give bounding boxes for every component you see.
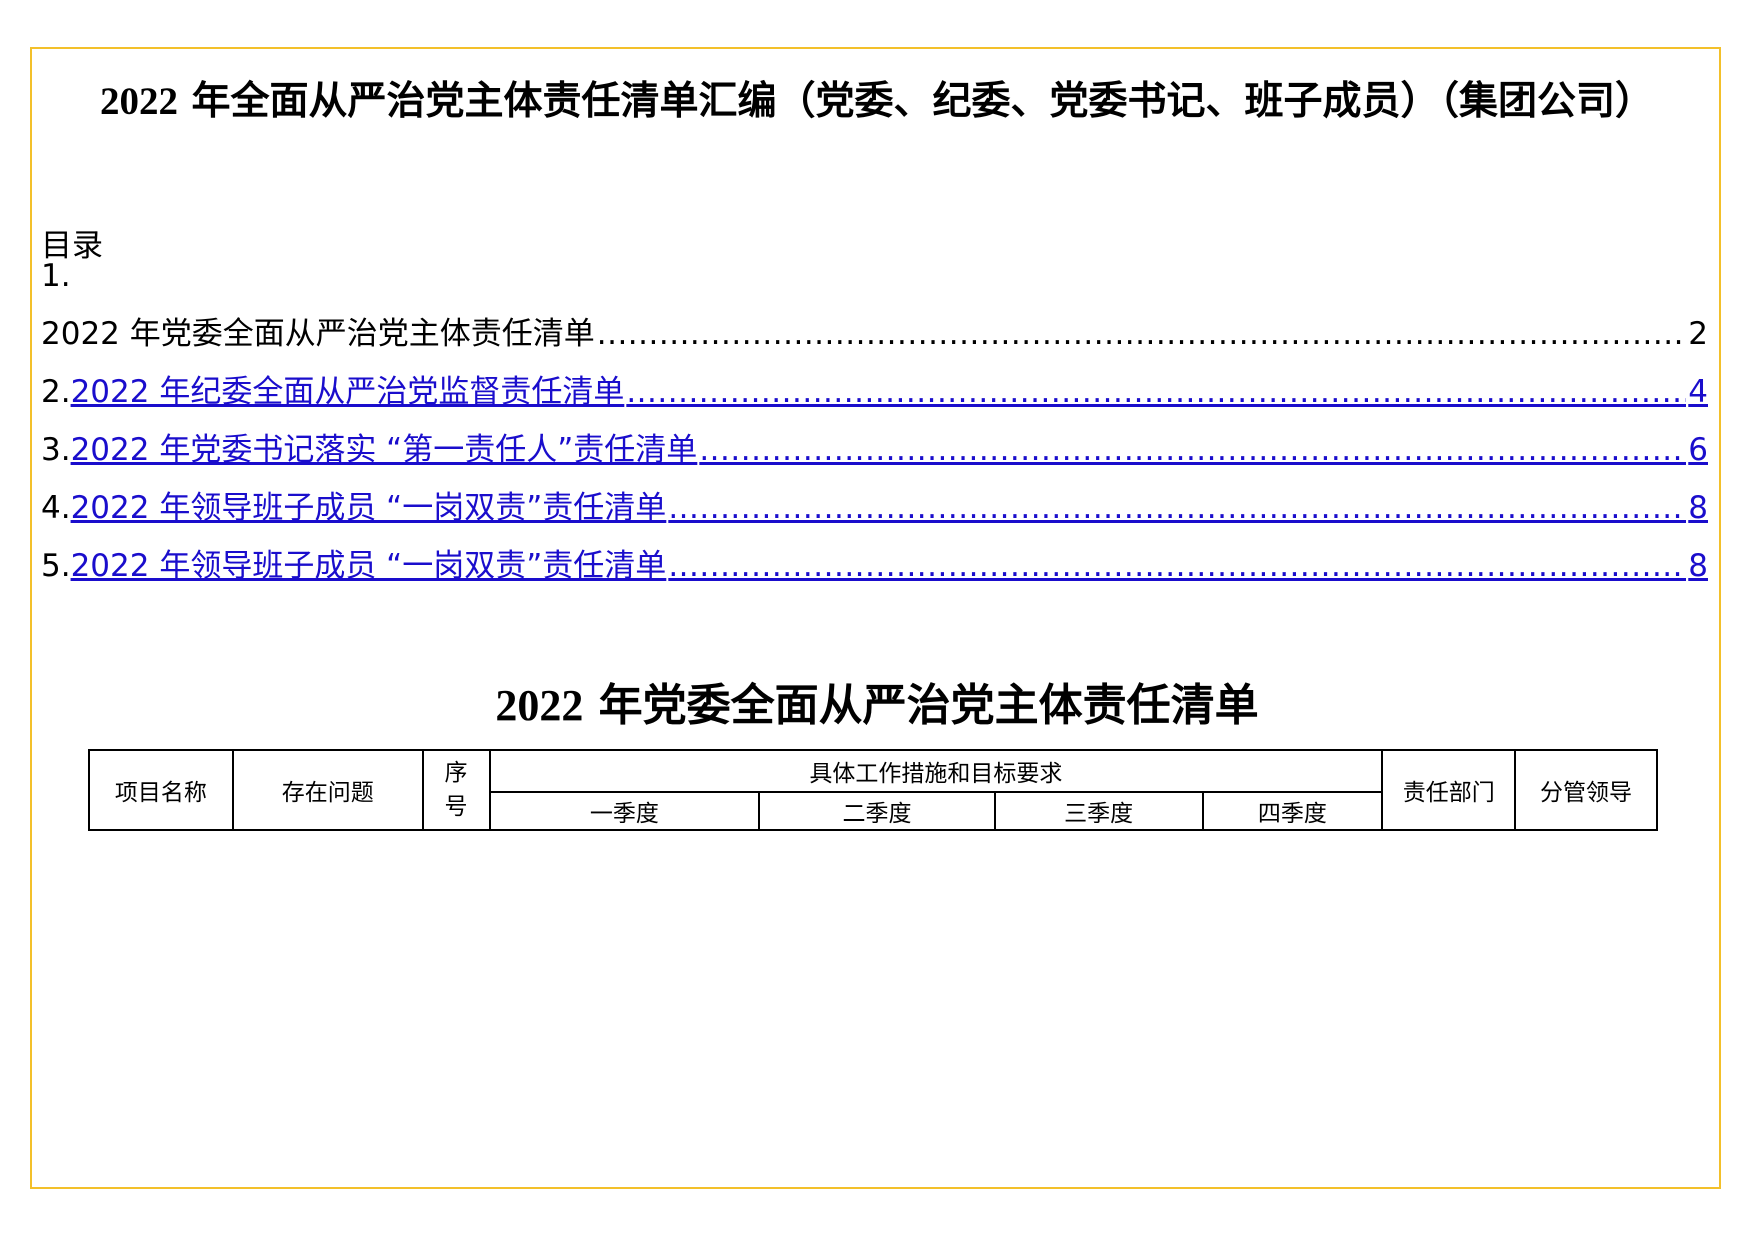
toc-item-number: 5. xyxy=(41,548,71,584)
toc-item-text: 2022 年纪委全面从严治党监督责任清单 xyxy=(70,374,625,410)
section-title-year: 2022 xyxy=(495,681,584,730)
toc-item-page: 4 xyxy=(1688,374,1708,410)
toc-item-page: 6 xyxy=(1688,432,1708,468)
toc-item-5: 5. 2022 年领导班子成员 “一岗双责”责任清单 8 xyxy=(41,544,1708,588)
toc-item-text: 2022 年党委全面从严治党主体责任清单 xyxy=(41,316,595,352)
toc-item-number: 1. xyxy=(41,258,71,294)
toc-item-4: 4. 2022 年领导班子成员 “一岗双责”责任清单 8 xyxy=(41,486,1708,530)
toc-leader-dots xyxy=(668,544,1686,588)
document-title: 2022 年全面从严治党主体责任清单汇编（党委、纪委、党委书记、班子成员）（集团… xyxy=(60,70,1694,134)
toc-item-link[interactable]: 2022 年纪委全面从严治党监督责任清单 4 xyxy=(71,370,1708,414)
toc-item-2: 2. 2022 年纪委全面从严治党监督责任清单 4 xyxy=(41,370,1708,414)
toc-item-1[interactable]: 2022 年党委全面从严治党主体责任清单 2 xyxy=(41,312,1708,356)
toc-item-number: 3. xyxy=(41,432,71,468)
page-frame xyxy=(30,47,1721,1189)
responsibility-table: 项目名称 存在问题 序号 具体工作措施和目标要求 责任部门 分管领导 一季度 二… xyxy=(88,749,1658,831)
toc-item-1-number-line: 1. xyxy=(41,254,1708,298)
header-dept: 责任部门 xyxy=(1381,749,1517,831)
toc-item-entry[interactable]: 2022 年党委全面从严治党主体责任清单 2 xyxy=(41,312,1708,356)
toc-item-text: 2022 年党委书记落实 “第一责任人”责任清单 xyxy=(70,432,698,468)
toc-item-number: 4. xyxy=(41,490,71,526)
header-quarter-3: 三季度 xyxy=(993,791,1204,831)
toc-item-text: 2022 年领导班子成员 “一岗双责”责任清单 xyxy=(70,548,667,584)
toc-leader-dots xyxy=(597,312,1687,356)
document-title-text: 年全面从严治党主体责任清单汇编（党委、纪委、党委书记、班子成员）（集团公司） xyxy=(177,79,1655,124)
header-quarter-2: 二季度 xyxy=(758,791,996,831)
header-quarter-4: 四季度 xyxy=(1201,791,1384,831)
toc-leader-dots xyxy=(626,370,1686,414)
toc-item-link[interactable]: 2022 年党委书记落实 “第一责任人”责任清单 6 xyxy=(71,428,1708,472)
header-problem: 存在问题 xyxy=(231,749,424,831)
toc-item-text: 2022 年领导班子成员 “一岗双责”责任清单 xyxy=(70,490,667,526)
toc-leader-dots xyxy=(699,428,1686,472)
toc-item-page: 8 xyxy=(1688,548,1708,584)
toc-item-number: 2. xyxy=(41,374,71,410)
toc-leader-dots xyxy=(668,486,1686,530)
header-quarter-1: 一季度 xyxy=(488,791,761,831)
section-title-text: 年党委全面从严治党主体责任清单 xyxy=(583,680,1259,731)
section-title: 2022 年党委全面从严治党主体责任清单 xyxy=(60,675,1694,737)
toc-item-page: 8 xyxy=(1688,490,1708,526)
header-seq: 序号 xyxy=(421,749,491,831)
header-leader: 分管领导 xyxy=(1514,749,1658,831)
header-measures: 具体工作措施和目标要求 xyxy=(488,749,1384,793)
toc-item-link[interactable]: 2022 年领导班子成员 “一岗双责”责任清单 8 xyxy=(71,486,1708,530)
table-header-row: 项目名称 存在问题 序号 具体工作措施和目标要求 责任部门 分管领导 xyxy=(88,749,1658,831)
header-project-name: 项目名称 xyxy=(88,749,234,831)
toc-item-3: 3. 2022 年党委书记落实 “第一责任人”责任清单 6 xyxy=(41,428,1708,472)
document-title-year: 2022 xyxy=(99,80,178,123)
toc-item-page: 2 xyxy=(1688,316,1708,352)
toc-item-link[interactable]: 2022 年领导班子成员 “一岗双责”责任清单 8 xyxy=(71,544,1708,588)
